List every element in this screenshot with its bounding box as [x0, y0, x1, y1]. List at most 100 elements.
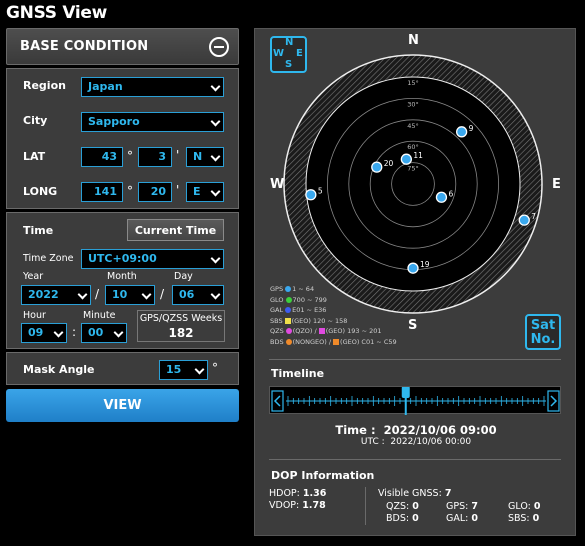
satellite-marker[interactable] — [400, 153, 413, 165]
legend-text: (GEO) C01 ~ C59 — [340, 337, 397, 346]
long-minutes-input[interactable]: 20 — [138, 182, 172, 202]
gnss-count: SBS: 0 — [508, 513, 539, 524]
hour-label: Hour — [23, 310, 46, 321]
date-separator: / — [95, 287, 100, 301]
gps-weeks-box: GPS/QZSS Weeks 182 — [137, 310, 225, 342]
timeline-scale — [271, 387, 560, 415]
month-label: Month — [107, 271, 137, 282]
city-select[interactable]: Sapporo — [81, 112, 224, 132]
base-condition-header[interactable]: BASE CONDITION — [6, 28, 239, 65]
gnss-count-label: GAL: — [446, 513, 472, 524]
chevron-left-icon[interactable] — [273, 395, 281, 407]
legend-text: 1 ~ 64 — [292, 285, 315, 293]
gnss-count: GAL: 0 — [446, 513, 478, 524]
current-time-button[interactable]: Current Time — [127, 219, 224, 241]
lat-minutes-input[interactable]: 3 — [138, 147, 172, 167]
vdop-value: 1.78 — [302, 500, 326, 511]
mask-angle-unit: ° — [212, 361, 218, 375]
legend-row: BDS (NONGEO) / (GEO) C01 ~ C59 — [270, 337, 397, 348]
gnss-count-label: BDS: — [386, 513, 413, 524]
month-select[interactable]: 10 — [105, 285, 155, 305]
satellite-marker[interactable] — [371, 161, 383, 173]
legend-text: (GEO) 120 ~ 158 — [291, 316, 348, 325]
lat-hemisphere-select[interactable]: N — [186, 147, 224, 167]
gnss-count-label: GPS: — [446, 501, 472, 512]
legend-row: GAL E01 ~ E36 — [270, 305, 397, 316]
gps-weeks-value: 182 — [168, 326, 194, 340]
year-select[interactable]: 2022 — [21, 285, 91, 305]
mask-angle-panel: Mask Angle 15 ° — [6, 352, 239, 385]
lat-degrees-input[interactable]: 43 — [81, 147, 123, 167]
timeline-left-arrow-frame[interactable] — [271, 390, 284, 412]
day-select[interactable]: 06 — [172, 285, 224, 305]
elevation-label: 75° — [407, 165, 419, 173]
location-panel: Region Japan City Sapporo LAT 43 ° 3 ' N… — [6, 68, 239, 209]
legend: GPS 1 ~ 64 GLO 700 ~ 799 GAL E01 ~ E36 SBS (GEO… — [270, 284, 397, 347]
legend-text: (QZO) / — [292, 327, 317, 335]
legend-text: 700 ~ 799 — [292, 295, 327, 304]
satellite-marker[interactable] — [455, 126, 468, 138]
satellite-marker[interactable] — [305, 189, 317, 201]
legend-row: GPS 1 ~ 64 — [270, 284, 397, 295]
timezone-select[interactable]: UTC+09:00 — [81, 249, 224, 269]
collapse-icon[interactable] — [209, 37, 229, 57]
long-degree-symbol: ° — [127, 184, 133, 198]
time-display: Time : 2022/10/06 09:00 — [335, 423, 497, 437]
gps-weeks-label: GPS/QZSS Weeks — [139, 313, 223, 324]
app-title: GNSS View — [6, 3, 108, 23]
long-hemisphere-select[interactable]: E — [186, 182, 224, 202]
gnss-count: GPS: 7 — [446, 501, 478, 512]
sat-no-line2: No. — [530, 332, 556, 347]
legend-marker — [318, 328, 325, 334]
legend-marker — [285, 307, 292, 313]
timeline-cursor-handle[interactable] — [401, 387, 410, 398]
legend-row: GLO 700 ~ 799 — [270, 295, 397, 306]
divider — [269, 359, 561, 360]
hour-select[interactable]: 09 — [21, 323, 67, 343]
long-degrees-input[interactable]: 141 — [81, 182, 123, 202]
city-label: City — [23, 114, 48, 127]
visible-gnss-value: 7 — [444, 488, 452, 499]
time-separator: : — [72, 325, 77, 339]
elevation-label: 60° — [407, 143, 419, 151]
time-display-label: Time — [335, 423, 367, 437]
base-condition-title: BASE CONDITION — [20, 39, 149, 54]
sat-no-line1: Sat — [530, 318, 556, 333]
elevation-label: 45° — [407, 122, 419, 130]
legend-text: E01 ~ E36 — [292, 306, 327, 314]
region-select[interactable]: Japan — [81, 77, 224, 97]
sat-no-button[interactable]: Sat No. — [525, 314, 561, 350]
day-label: Day — [174, 271, 193, 282]
satellite-id: 7 — [531, 212, 536, 221]
legend-system: BDS — [270, 337, 284, 346]
mask-angle-select[interactable]: 15 — [159, 360, 208, 380]
gnss-count-label: GLO: — [508, 501, 534, 512]
gnss-count-label: SBS: — [508, 513, 533, 524]
legend-row: SBS (GEO) 120 ~ 158 — [270, 316, 397, 327]
vdop-text: VDOP: 1.78 — [269, 500, 326, 511]
satellite-marker[interactable] — [407, 262, 419, 274]
legend-text: (GEO) 193 ~ 201 — [325, 327, 382, 335]
timeline-title: Timeline — [271, 367, 325, 380]
utc-display-value: 2022/10/06 00:00 — [390, 437, 472, 447]
satellite-id: 9 — [469, 124, 474, 133]
timeline-right-arrow-frame[interactable] — [547, 390, 560, 412]
satellite-id: 5 — [318, 187, 323, 196]
timeline-bar[interactable] — [269, 386, 561, 415]
satellite-marker[interactable] — [518, 214, 530, 226]
legend-marker — [285, 286, 292, 292]
long-label: LONG — [23, 185, 58, 198]
visible-gnss-label: Visible GNSS: — [378, 488, 442, 499]
hdop-label: HDOP: — [269, 488, 300, 499]
view-button[interactable]: VIEW — [6, 389, 239, 422]
satellite-id: 11 — [413, 151, 423, 160]
gnss-count-value: 0 — [412, 501, 419, 512]
minute-select[interactable]: 00 — [81, 323, 127, 343]
gnss-count: BDS: 0 — [386, 513, 419, 524]
chevron-right-icon[interactable] — [550, 395, 558, 407]
legend-system: GLO — [270, 295, 284, 304]
satellite-marker[interactable] — [435, 191, 448, 203]
satellite-id: 20 — [384, 159, 394, 168]
long-minute-symbol: ' — [176, 183, 180, 197]
legend-system: SBS — [270, 316, 283, 325]
